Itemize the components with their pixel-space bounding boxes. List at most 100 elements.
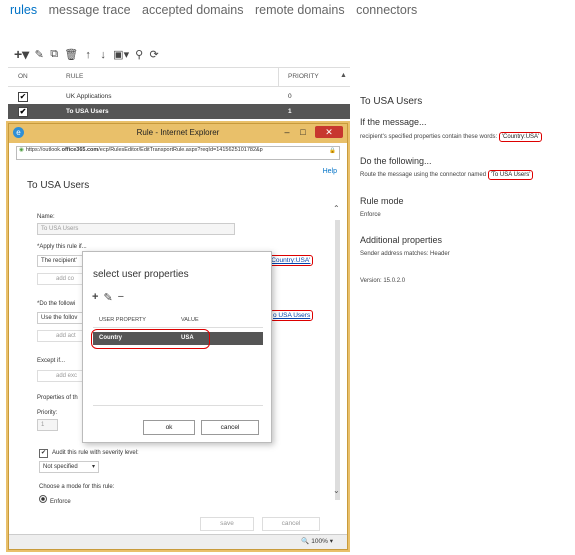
- col-user-property[interactable]: USER PROPERTY: [99, 317, 146, 323]
- if-text: recipient's specified properties contain…: [360, 134, 498, 140]
- url-path: /ecp/RulesEditor/EditTransportRule.aspx?…: [98, 147, 263, 153]
- maximize-icon[interactable]: □: [296, 126, 310, 138]
- enabled-checkbox[interactable]: ✔: [18, 92, 28, 102]
- do-heading: Do the following...: [360, 156, 432, 166]
- report-icon[interactable]: ▣▾: [113, 48, 129, 61]
- remove-icon[interactable]: −: [118, 291, 124, 304]
- add-exception-button[interactable]: add exc: [37, 370, 87, 382]
- scroll-up-icon[interactable]: ⌃: [333, 204, 340, 213]
- scrollbar-thumb[interactable]: [335, 220, 340, 500]
- enabled-checkbox[interactable]: ✔: [18, 107, 28, 117]
- details-title: To USA Users: [360, 96, 423, 107]
- dialog-table-header: USER PROPERTY VALUE: [93, 313, 263, 328]
- condition-value-link[interactable]: 'Country:USA': [267, 255, 314, 266]
- properties-label: Properties of th: [37, 395, 78, 401]
- except-label: Except if...: [37, 358, 66, 364]
- col-value[interactable]: VALUE: [181, 317, 199, 323]
- rule-name: UK Applications: [66, 93, 112, 100]
- do-text: Route the message using the connector na…: [360, 172, 487, 178]
- ie-titlebar[interactable]: e Rule - Internet Explorer – □ ✕: [9, 124, 347, 143]
- mode-heading: Rule mode: [360, 196, 404, 206]
- col-priority[interactable]: PRIORITY: [288, 73, 319, 80]
- additional-heading: Additional properties: [360, 235, 443, 245]
- move-up-icon[interactable]: ↑: [83, 49, 93, 61]
- close-icon[interactable]: ✕: [315, 126, 343, 138]
- help-link[interactable]: Help: [323, 168, 337, 175]
- do-label: *Do the followi: [37, 301, 76, 307]
- divider: [93, 405, 263, 406]
- rule-name: To USA Users: [66, 108, 109, 115]
- zoom-control[interactable]: 🔍 100% ▾: [301, 537, 333, 545]
- url-domain: office365.com: [61, 147, 99, 153]
- rules-table-header: ON RULE PRIORITY ▲: [8, 67, 350, 87]
- apply-label: *Apply this rule if...: [37, 244, 87, 250]
- severity-select[interactable]: Not specified ▾: [39, 461, 99, 473]
- do-value-highlight: 'To USA Users': [487, 170, 534, 180]
- audit-row: ✔ Audit this rule with severity level:: [39, 449, 139, 458]
- column-divider: [278, 67, 279, 87]
- name-label: Name:: [37, 214, 55, 220]
- address-bar[interactable]: ◉ https://outlook.office365.com/ecp/Rules…: [16, 146, 340, 160]
- edit-icon[interactable]: ✎: [103, 291, 112, 304]
- nav-connectors[interactable]: connectors: [356, 3, 417, 17]
- ok-button[interactable]: ok: [143, 420, 195, 435]
- audit-label: Audit this rule with severity level:: [52, 450, 139, 456]
- rule-title: To USA Users: [27, 180, 90, 191]
- add-condition-button[interactable]: add co: [37, 273, 87, 285]
- connector-link[interactable]: o USA Users: [270, 310, 314, 321]
- toolbar: +▾ ✎ ⧉ 🗑 ↑ ↓ ▣▾ ⚲ ⟳: [14, 46, 159, 63]
- enforce-radio[interactable]: [39, 495, 47, 503]
- table-row-selected[interactable]: ✔ To USA Users 1: [8, 104, 350, 119]
- if-heading: If the message...: [360, 117, 427, 127]
- col-on[interactable]: ON: [18, 73, 28, 80]
- ssl-icon: ◉: [19, 147, 24, 153]
- edit-icon[interactable]: ✎: [34, 48, 44, 61]
- delete-icon[interactable]: 🗑: [64, 48, 78, 61]
- move-down-icon[interactable]: ↓: [98, 49, 108, 61]
- priority-label: Priority:: [37, 410, 58, 416]
- if-condition: recipient's specified properties contain…: [360, 132, 543, 142]
- rule-priority: 1: [288, 108, 292, 115]
- col-rule[interactable]: RULE: [66, 73, 83, 80]
- version-text: Version: 15.0.2.0: [360, 278, 406, 284]
- ie-status-bar: 🔍 100% ▾: [9, 534, 347, 549]
- nav-message-trace[interactable]: message trace: [49, 3, 131, 17]
- dialog-cancel-button[interactable]: cancel: [201, 420, 259, 435]
- add-action-button[interactable]: add act: [37, 330, 87, 342]
- rule-priority: 0: [288, 93, 292, 100]
- nav-remote-domains[interactable]: remote domains: [255, 3, 345, 17]
- lock-icon: 🔒: [329, 148, 336, 154]
- audit-checkbox[interactable]: ✔: [39, 449, 48, 458]
- copy-icon[interactable]: ⧉: [49, 48, 59, 61]
- dialog-title: select user properties: [93, 269, 189, 280]
- save-button[interactable]: save: [200, 517, 254, 531]
- minimize-icon[interactable]: –: [280, 126, 294, 138]
- chevron-down-icon: ▾: [91, 464, 95, 470]
- dialog-toolbar: + ✎ −: [92, 291, 124, 304]
- scroll-down-icon[interactable]: ⌄: [333, 486, 340, 495]
- refresh-icon[interactable]: ⟳: [149, 48, 159, 61]
- additional-value: Sender address matches: Header: [360, 251, 450, 257]
- url-scheme: https://outlook.: [25, 147, 62, 153]
- if-value-highlight: 'Country:USA': [498, 132, 543, 142]
- add-icon[interactable]: +▾: [14, 46, 29, 63]
- mode-label: Choose a mode for this rule:: [39, 484, 115, 490]
- severity-value: Not specified: [43, 464, 78, 470]
- select-user-properties-dialog: select user properties + ✎ − USER PROPER…: [82, 251, 272, 443]
- sort-up-icon[interactable]: ▲: [340, 72, 347, 79]
- add-icon[interactable]: +: [92, 291, 98, 304]
- mode-value: Enforce: [360, 212, 381, 218]
- scrollbar[interactable]: ⌃ ⌄: [333, 204, 340, 520]
- enforce-label: Enforce: [50, 499, 71, 505]
- nav-rules[interactable]: rules: [10, 3, 37, 17]
- top-nav: rules message trace accepted domains rem…: [10, 3, 425, 17]
- table-row[interactable]: ✔ UK Applications 0: [8, 89, 350, 104]
- search-icon[interactable]: ⚲: [134, 48, 144, 61]
- cancel-button[interactable]: cancel: [262, 517, 320, 531]
- mode-radio-row: Enforce: [39, 495, 71, 505]
- nav-accepted-domains[interactable]: accepted domains: [142, 3, 243, 17]
- zoom-value: 100%: [311, 538, 328, 545]
- priority-input[interactable]: 1: [37, 419, 58, 431]
- highlight-box: [91, 329, 210, 349]
- name-input[interactable]: To USA Users: [37, 223, 235, 235]
